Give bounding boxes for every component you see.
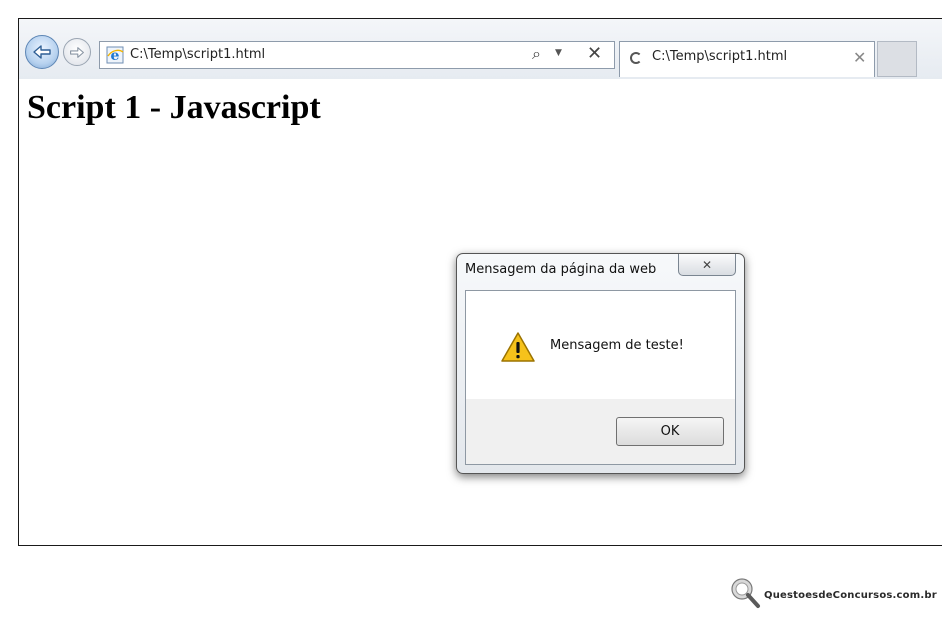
watermark-logo — [731, 578, 760, 608]
forward-arrow-icon — [70, 46, 84, 58]
new-tab-button[interactable] — [877, 41, 917, 77]
ie-page-icon: e — [106, 46, 124, 64]
dialog-title: Mensagem da página da web — [465, 262, 657, 277]
tab-active[interactable]: C:\Temp\script1.html ✕ — [619, 41, 875, 77]
dialog-message: Mensagem de teste! — [550, 338, 684, 353]
warning-icon — [501, 332, 535, 362]
dropdown-arrow-icon[interactable]: ▼ — [555, 48, 562, 58]
dialog-close-button[interactable]: ✕ — [678, 254, 736, 276]
browser-toolbar: e C:\Temp\script1.html ⌕ ▼ ✕ C:\Temp\scr… — [19, 19, 942, 80]
back-arrow-icon — [33, 45, 51, 59]
dialog-body: Mensagem de teste! OK — [465, 290, 736, 465]
watermark-text: QuestoesdeConcursos.com.br — [764, 590, 937, 601]
close-icon: ✕ — [701, 257, 713, 272]
address-url: C:\Temp\script1.html — [130, 47, 266, 62]
forward-button[interactable] — [63, 38, 91, 66]
ok-button[interactable]: OK — [616, 417, 724, 446]
close-icon[interactable]: ✕ — [853, 48, 866, 67]
tab-title: C:\Temp\script1.html — [652, 49, 788, 64]
alert-dialog: Mensagem da página da web ✕ Mensagem de … — [456, 253, 745, 474]
address-bar[interactable]: e C:\Temp\script1.html ⌕ ▼ ✕ — [99, 41, 615, 69]
loading-spinner-icon — [630, 52, 642, 64]
page-title: Script 1 - Javascript — [27, 89, 321, 126]
stop-icon[interactable]: ✕ — [587, 43, 602, 64]
search-icon[interactable]: ⌕ — [532, 44, 541, 64]
browser-window: e C:\Temp\script1.html ⌕ ▼ ✕ C:\Temp\scr… — [18, 18, 942, 546]
dialog-footer: OK — [466, 399, 735, 464]
back-button[interactable] — [25, 35, 59, 69]
watermark: QuestoesdeConcursos.com.br — [728, 576, 937, 612]
